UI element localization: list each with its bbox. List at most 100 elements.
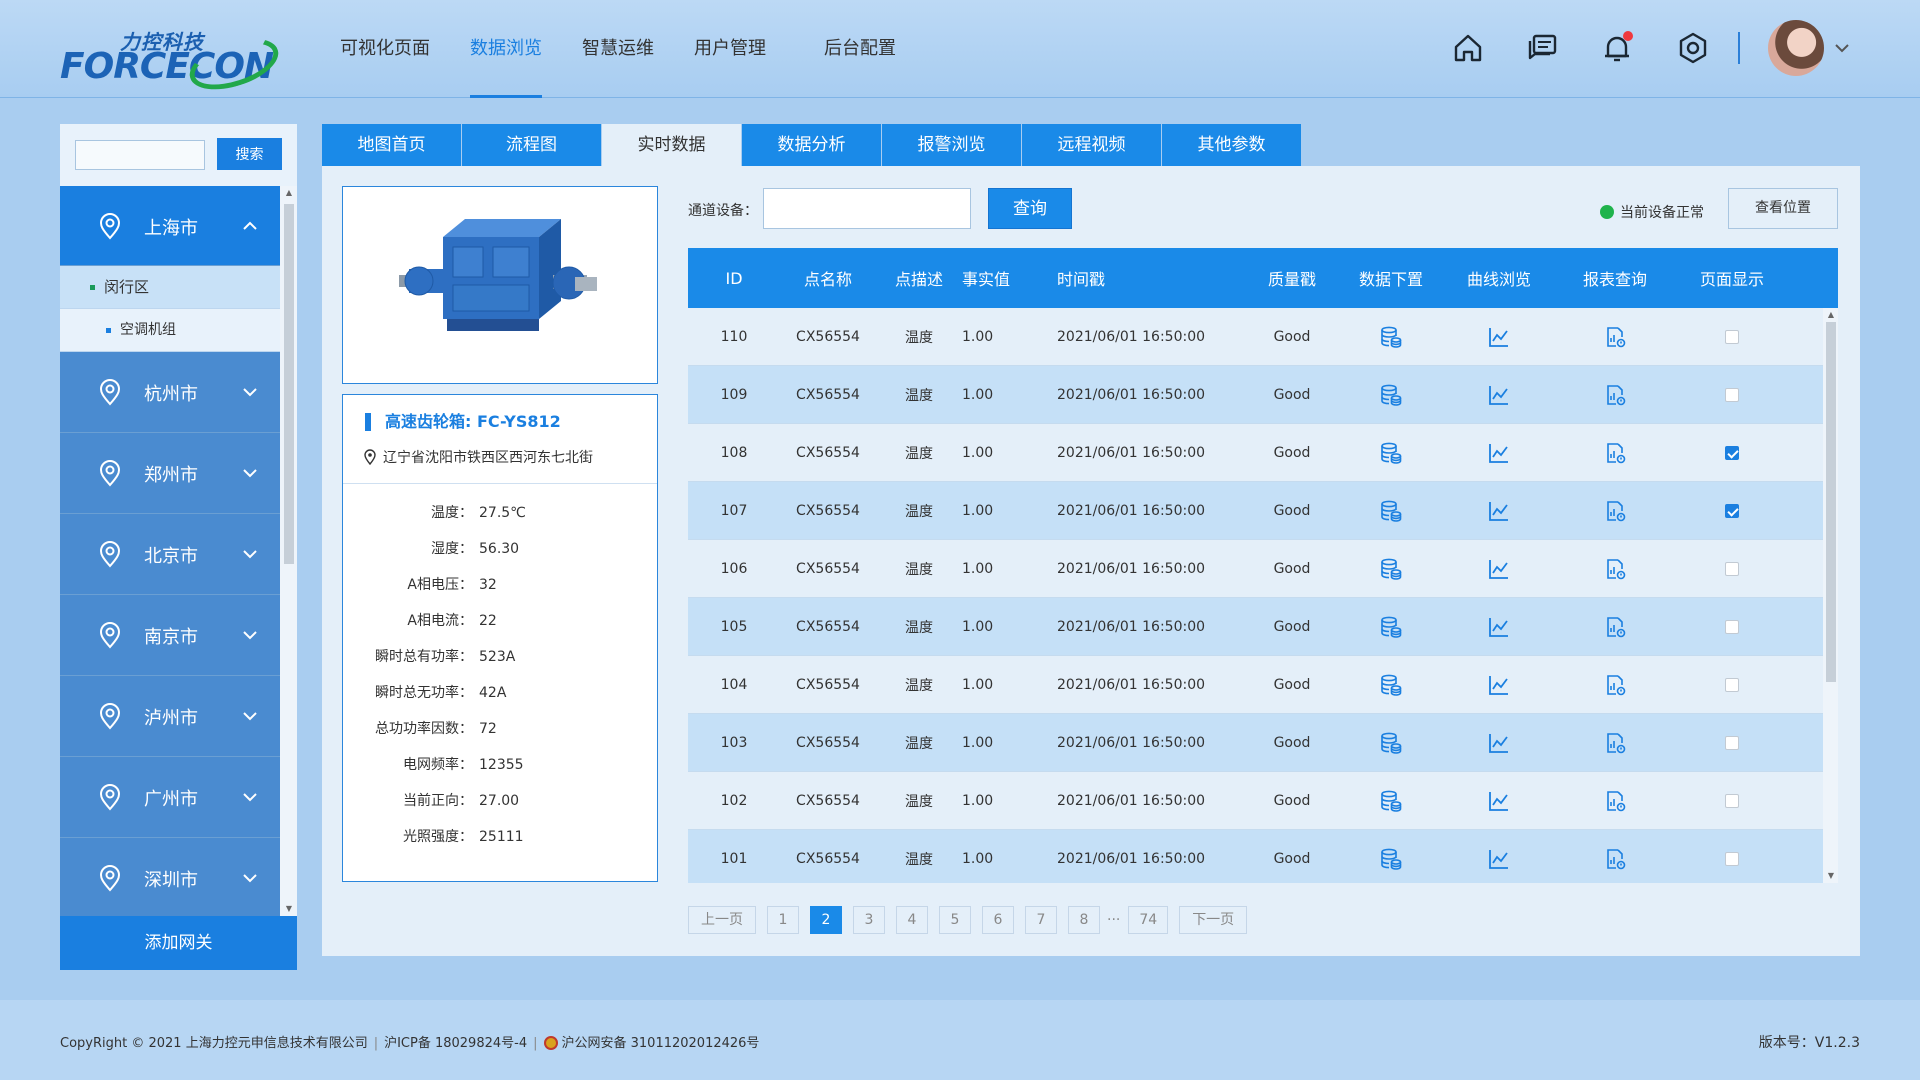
page-display-checkbox[interactable] (1725, 851, 1739, 866)
tab-item[interactable]: 实时数据 (602, 124, 741, 166)
page-display-checkbox[interactable] (1725, 561, 1739, 576)
chevron-down-icon[interactable] (240, 544, 260, 564)
page-display-checkbox[interactable] (1725, 735, 1739, 750)
report-icon[interactable] (1603, 847, 1627, 871)
sidebar-search-input[interactable] (75, 140, 205, 170)
line-chart-icon[interactable] (1487, 325, 1511, 349)
page-display-checkbox[interactable] (1725, 619, 1739, 634)
channel-device-input[interactable] (763, 188, 971, 229)
page-number[interactable]: 8 (1068, 906, 1100, 934)
chevron-down-icon[interactable] (240, 625, 260, 645)
sidebar-item-city[interactable]: 郑州市 (60, 433, 280, 514)
page-display-checkbox[interactable] (1725, 793, 1739, 808)
tab-item[interactable]: 地图首页 (322, 124, 461, 166)
report-icon[interactable] (1603, 615, 1627, 639)
line-chart-icon[interactable] (1487, 731, 1511, 755)
tab-item[interactable]: 报警浏览 (882, 124, 1021, 166)
page-number[interactable]: 3 (853, 906, 885, 934)
tab-item[interactable]: 其他参数 (1162, 124, 1301, 166)
chevron-down-icon[interactable] (240, 706, 260, 726)
database-icon[interactable] (1379, 325, 1403, 349)
sidebar-subitem[interactable]: 空调机组 (60, 309, 280, 352)
chevron-down-icon[interactable] (240, 463, 260, 483)
tab-item[interactable]: 流程图 (462, 124, 601, 166)
add-gateway-button[interactable]: 添加网关 (60, 916, 297, 970)
page-display-checkbox[interactable] (1725, 329, 1739, 344)
report-icon[interactable] (1603, 673, 1627, 697)
line-chart-icon[interactable] (1487, 615, 1511, 639)
chevron-down-icon[interactable] (240, 868, 260, 888)
report-icon[interactable] (1603, 789, 1627, 813)
page-display-checkbox[interactable] (1725, 503, 1739, 518)
tab-item[interactable]: 数据分析 (742, 124, 881, 166)
scroll-up-icon[interactable]: ▲ (1826, 310, 1836, 320)
line-chart-icon[interactable] (1487, 847, 1511, 871)
line-chart-icon[interactable] (1487, 789, 1511, 813)
database-icon[interactable] (1379, 383, 1403, 407)
report-icon[interactable] (1603, 325, 1627, 349)
sidebar-search-button[interactable]: 搜索 (217, 138, 282, 170)
page-number-last[interactable]: 74 (1128, 906, 1169, 934)
database-icon[interactable] (1379, 615, 1403, 639)
sidebar-item-city[interactable]: 北京市 (60, 514, 280, 595)
database-icon[interactable] (1379, 789, 1403, 813)
nav-item[interactable]: 数据浏览 (450, 0, 562, 98)
line-chart-icon[interactable] (1487, 441, 1511, 465)
page-number[interactable]: 5 (939, 906, 971, 934)
sidebar-item-city[interactable]: 上海市 (60, 186, 280, 266)
scroll-up-icon[interactable]: ▲ (284, 188, 294, 198)
table-scrollbar[interactable]: ▲ ▼ (1823, 308, 1838, 883)
page-display-checkbox[interactable] (1725, 677, 1739, 692)
page-number[interactable]: 7 (1025, 906, 1057, 934)
database-icon[interactable] (1379, 441, 1403, 465)
line-chart-icon[interactable] (1487, 557, 1511, 581)
page-number[interactable]: 4 (896, 906, 928, 934)
user-avatar[interactable] (1768, 20, 1824, 76)
messages-icon[interactable] (1525, 30, 1561, 66)
database-icon[interactable] (1379, 557, 1403, 581)
page-display-checkbox[interactable] (1725, 387, 1739, 402)
nav-item[interactable]: 智慧运维 (562, 0, 674, 98)
police-record-text[interactable]: 沪公网安备 31011202012426号 (562, 1036, 760, 1051)
icp-text[interactable]: 沪ICP备 18029824号-4 (384, 1036, 527, 1051)
database-icon[interactable] (1379, 673, 1403, 697)
nav-item[interactable]: 可视化页面 (320, 0, 450, 98)
line-chart-icon[interactable] (1487, 499, 1511, 523)
sidebar-item-city[interactable]: 杭州市 (60, 352, 280, 433)
sidebar-item-city[interactable]: 深圳市 (60, 838, 280, 916)
database-icon[interactable] (1379, 499, 1403, 523)
settings-icon[interactable] (1675, 30, 1711, 66)
nav-item[interactable]: 用户管理 (674, 0, 786, 98)
report-icon[interactable] (1603, 441, 1627, 465)
nav-item[interactable]: 后台配置 (804, 0, 916, 98)
prev-page-button[interactable]: 上一页 (688, 906, 756, 934)
page-display-checkbox[interactable] (1725, 445, 1739, 460)
line-chart-icon[interactable] (1487, 673, 1511, 697)
chevron-down-icon[interactable] (1832, 38, 1852, 58)
scroll-down-icon[interactable]: ▼ (284, 904, 294, 914)
report-icon[interactable] (1603, 383, 1627, 407)
line-chart-icon[interactable] (1487, 383, 1511, 407)
query-button[interactable]: 查询 (988, 188, 1072, 229)
page-number[interactable]: 2 (810, 906, 842, 934)
view-location-button[interactable]: 查看位置 (1728, 188, 1838, 229)
home-icon[interactable] (1450, 30, 1486, 66)
tab-item[interactable]: 远程视频 (1022, 124, 1161, 166)
table-scroll-thumb[interactable] (1826, 322, 1836, 682)
sidebar-item-city[interactable]: 泸州市 (60, 676, 280, 757)
scroll-down-icon[interactable]: ▼ (1826, 871, 1836, 881)
sidebar-item-city[interactable]: 广州市 (60, 757, 280, 838)
bell-icon[interactable] (1599, 30, 1635, 66)
database-icon[interactable] (1379, 731, 1403, 755)
report-icon[interactable] (1603, 499, 1627, 523)
sidebar-scrollbar[interactable]: ▲ ▼ (280, 186, 297, 916)
report-icon[interactable] (1603, 557, 1627, 581)
report-icon[interactable] (1603, 731, 1627, 755)
chevron-up-icon[interactable] (240, 216, 260, 236)
page-number[interactable]: 1 (767, 906, 799, 934)
chevron-down-icon[interactable] (240, 787, 260, 807)
database-icon[interactable] (1379, 847, 1403, 871)
sidebar-scroll-thumb[interactable] (284, 204, 294, 564)
sidebar-subitem[interactable]: 闵行区 (60, 266, 280, 309)
sidebar-item-city[interactable]: 南京市 (60, 595, 280, 676)
